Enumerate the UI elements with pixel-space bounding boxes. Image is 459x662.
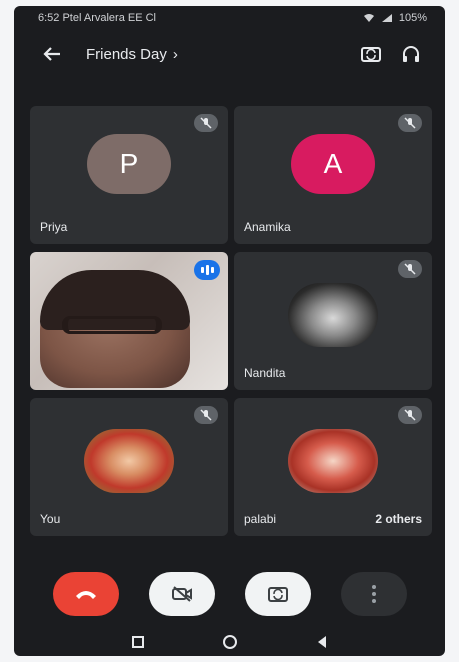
speaking-indicator-icon [194, 260, 220, 280]
recent-apps-icon [131, 636, 144, 648]
end-call-icon [75, 591, 96, 599]
back-button[interactable] [30, 32, 74, 76]
phone-screen: 6:52 Ptel Arvalera EE Cl 105% Friends Da… [14, 6, 445, 656]
flip-camera-icon [267, 587, 288, 602]
signal-icon [381, 14, 392, 22]
call-title[interactable]: Friends Day › [86, 46, 351, 63]
mic-off-badge [194, 406, 218, 424]
participant-name: Nandita [244, 366, 286, 380]
others-count: 2 others [375, 512, 422, 526]
more-options-button[interactable] [340, 572, 407, 616]
flip-camera-button[interactable] [244, 572, 311, 616]
video-feed [40, 270, 190, 388]
call-app-bar: Friends Day › [14, 32, 445, 76]
participant-name: Priya [40, 220, 68, 234]
participant-video-tile[interactable] [30, 252, 228, 390]
audio-output-icon [403, 46, 419, 62]
home-icon [222, 635, 237, 649]
status-bar: 6:52 Ptel Arvalera EE Cl 105% [14, 6, 445, 30]
system-nav-bar [14, 628, 445, 656]
wifi-icon [363, 14, 374, 22]
participant-tile[interactable]: palabi 2 others [234, 398, 432, 536]
mic-off-badge [398, 406, 422, 424]
participant-tile[interactable]: Nandita [234, 252, 432, 390]
participant-name: Anamika [244, 220, 291, 234]
mic-off-badge [398, 260, 422, 278]
status-left-text: 6:52 Ptel Arvalera EE Cl [38, 12, 157, 24]
avatar [84, 429, 174, 494]
recent-apps-button[interactable] [128, 632, 148, 652]
mic-off-badge [398, 114, 422, 132]
mic-off-icon [404, 263, 416, 275]
participant-name: You [40, 512, 61, 526]
call-controls [14, 566, 445, 622]
end-call-button[interactable] [52, 572, 119, 616]
back-arrow-icon [43, 47, 60, 61]
switch-camera-icon [361, 47, 381, 62]
participant-name: palabi [244, 512, 277, 526]
battery-text: 105% [398, 12, 427, 24]
nav-back-icon [317, 636, 326, 648]
mic-off-icon [200, 117, 212, 129]
video-glasses [62, 316, 162, 334]
avatar [288, 283, 378, 348]
home-button[interactable] [220, 632, 240, 652]
audio-output-button[interactable] [391, 34, 431, 74]
avatar: P [87, 133, 171, 194]
mic-off-icon [200, 409, 212, 421]
more-options-icon [371, 585, 376, 603]
avatar: A [291, 133, 375, 194]
avatar [288, 429, 378, 494]
nav-back-button[interactable] [312, 632, 332, 652]
avatar-initial: P [119, 147, 139, 179]
camera-toggle-button[interactable] [148, 572, 215, 616]
avatar-initial: A [323, 147, 343, 179]
participant-tile-self[interactable]: You [30, 398, 228, 536]
participant-tile[interactable]: A Anamika [234, 106, 432, 244]
mic-off-badge [194, 114, 218, 132]
participant-tile[interactable]: P Priya [30, 106, 228, 244]
status-icons: 105% [363, 12, 427, 24]
mic-off-icon [404, 117, 416, 129]
switch-camera-button[interactable] [351, 34, 391, 74]
chevron-right-icon: › [172, 45, 178, 63]
camera-off-icon [171, 586, 192, 602]
call-title-text: Friends Day [86, 45, 167, 63]
mic-off-icon [404, 409, 416, 421]
participant-grid: P Priya A Anamika Nandita You palabi 2 o… [30, 106, 432, 536]
